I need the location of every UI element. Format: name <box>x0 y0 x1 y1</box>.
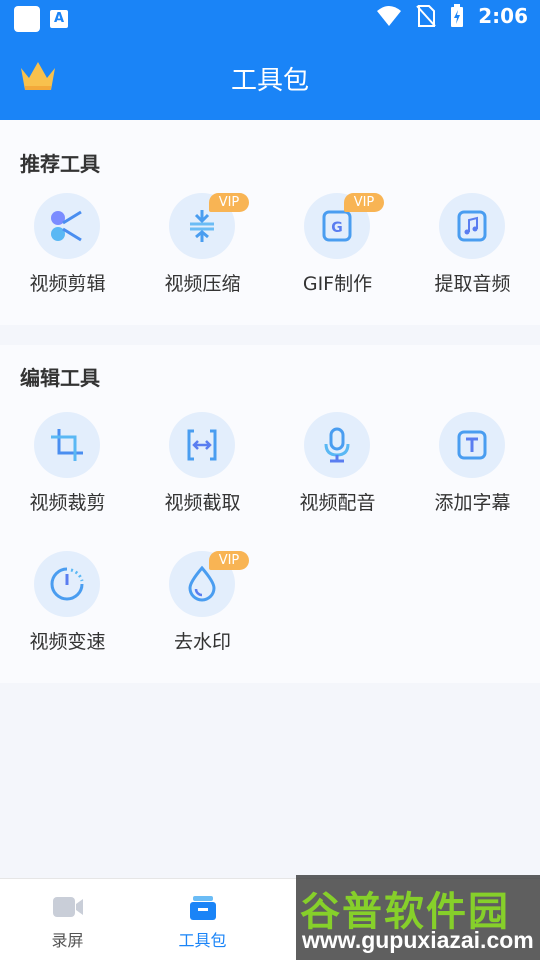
section-title: 编辑工具 <box>20 366 100 390</box>
toolbox-icon <box>190 896 216 920</box>
microphone-icon <box>324 427 350 463</box>
subtitle-icon <box>457 430 487 460</box>
tool-label: 提取音频 <box>434 273 511 295</box>
vip-badge: VIP <box>344 193 384 212</box>
wifi-icon <box>377 6 402 26</box>
page-title: 工具包 <box>230 66 309 96</box>
status-time: 2:06 <box>478 4 528 28</box>
site-watermark: 谷普软件园 www.gupuxiazai.com <box>296 875 540 960</box>
tool-label: 视频变速 <box>29 631 106 653</box>
no-sim-icon <box>416 5 436 27</box>
tool-video-dub[interactable]: 视频配音 <box>270 412 405 522</box>
tool-remove-watermark[interactable]: VIP 去水印 <box>135 551 270 661</box>
tool-label: 视频配音 <box>299 492 376 514</box>
scissors-icon <box>51 210 82 242</box>
watermark-drop-icon <box>188 565 216 602</box>
tool-label: 视频压缩 <box>164 273 241 295</box>
gif-icon: G <box>322 210 352 242</box>
tool-label: 视频裁剪 <box>29 492 106 514</box>
tool-label: 添加字幕 <box>434 492 511 514</box>
app-notification-icon: A <box>50 10 68 28</box>
tool-add-subtitle[interactable]: 添加字幕 <box>405 412 540 522</box>
tool-video-clip[interactable]: 视频剪辑 <box>0 193 135 303</box>
status-bar: A 2:06 <box>0 0 540 36</box>
nav-label: 录屏 <box>51 931 84 950</box>
crop-icon <box>51 429 83 461</box>
tool-video-crop[interactable]: 视频裁剪 <box>0 412 135 522</box>
nav-label: 工具包 <box>178 931 227 950</box>
video-camera-icon <box>53 897 83 917</box>
tool-label: 视频截取 <box>164 492 241 514</box>
vip-badge: VIP <box>209 193 249 212</box>
vip-badge: VIP <box>209 551 249 570</box>
section-title: 推荐工具 <box>20 152 100 176</box>
tool-label: 去水印 <box>173 631 231 653</box>
notification-icon <box>14 6 40 32</box>
edit-tools-section: 编辑工具 视频裁剪 视频截取 视频配音 添加字幕 视频变速 VIP 去水印 <box>0 345 540 683</box>
svg-text:G: G <box>331 220 343 236</box>
trim-icon <box>187 429 217 461</box>
speed-icon <box>50 567 84 601</box>
battery-charging-icon <box>451 4 464 27</box>
nav-tab-record[interactable]: 录屏 <box>0 879 135 961</box>
tool-extract-audio[interactable]: 提取音频 <box>405 193 540 303</box>
tool-video-speed[interactable]: 视频变速 <box>0 551 135 661</box>
tool-gif-make[interactable]: G VIP GIF制作 <box>270 193 405 303</box>
compress-icon <box>190 210 214 242</box>
app-header: A 2:06 工具包 <box>0 0 540 120</box>
tool-label: 视频剪辑 <box>29 273 106 295</box>
tool-label: GIF制作 <box>302 273 373 295</box>
watermark-url: www.gupuxiazai.com <box>302 927 534 953</box>
music-note-icon <box>457 210 487 242</box>
nav-tab-toolbox[interactable]: 工具包 <box>135 879 270 961</box>
tool-video-compress[interactable]: VIP 视频压缩 <box>135 193 270 303</box>
tool-video-trim[interactable]: 视频截取 <box>135 412 270 522</box>
recommended-tools-section: 推荐工具 视频剪辑 VIP 视频压缩 G VIP GIF制作 提取音频 <box>0 120 540 325</box>
